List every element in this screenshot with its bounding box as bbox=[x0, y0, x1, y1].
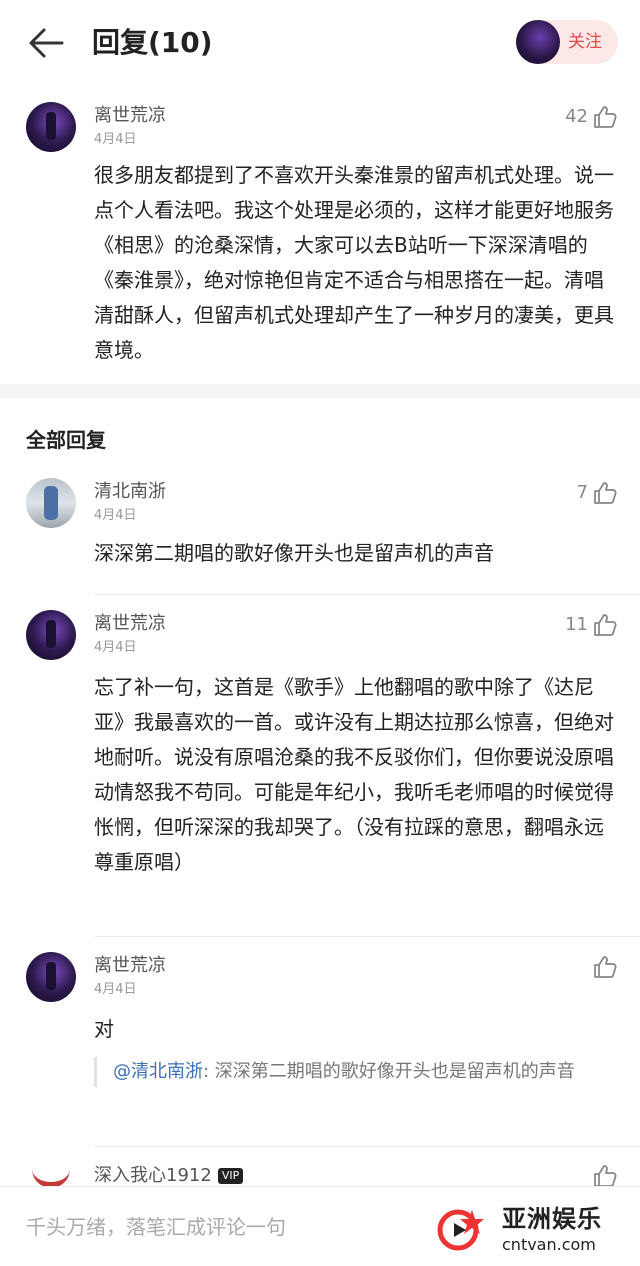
thumbs-up-icon bbox=[594, 482, 617, 504]
thumbs-up-icon bbox=[594, 956, 617, 978]
like-count: 42 bbox=[565, 106, 588, 127]
watermark-logo-icon bbox=[437, 1209, 484, 1251]
like-button[interactable] bbox=[588, 953, 618, 981]
page-title: 回复(10) bbox=[92, 26, 213, 59]
reply-text: 忘了补一句，这首是《歌手》上他翻唱的歌中除了《达尼亚》我最喜欢的一首。或许没有上… bbox=[94, 675, 614, 874]
divider bbox=[94, 594, 640, 595]
quote-mention[interactable]: @清北南浙 bbox=[113, 1061, 203, 1082]
quoted-reply[interactable]: @清北南浙: 深深第二期唱的歌好像开头也是留声机的声音 bbox=[94, 1057, 614, 1087]
follow-label: 关注 bbox=[568, 32, 602, 52]
reply-username[interactable]: 清北南浙 bbox=[94, 480, 166, 504]
reply-username[interactable]: 离世荒凉 bbox=[94, 954, 166, 978]
reply-date: 4月4日 bbox=[94, 982, 137, 997]
avatar[interactable] bbox=[26, 952, 76, 1002]
comment-username[interactable]: 离世荒凉 bbox=[94, 104, 166, 128]
thumbs-up-icon bbox=[594, 614, 617, 636]
watermark-url: cntvan.com bbox=[502, 1235, 596, 1254]
thumbs-up-icon bbox=[594, 106, 617, 128]
vip-badge: VIP bbox=[217, 1168, 244, 1184]
section-separator bbox=[0, 384, 640, 398]
reply-date: 4月4日 bbox=[94, 508, 137, 523]
avatar[interactable] bbox=[26, 478, 76, 528]
divider bbox=[94, 936, 640, 937]
comment-text: 很多朋友都提到了不喜欢开头秦淮景的留声机式处理。说一点个人看法吧。我这个处理是必… bbox=[94, 163, 614, 362]
quote-text: : 深深第二期唱的歌好像开头也是留声机的声音 bbox=[203, 1061, 575, 1082]
like-count: 7 bbox=[576, 482, 588, 503]
section-title: 全部回复 bbox=[26, 428, 106, 452]
reply-username-text: 深入我心1912 bbox=[94, 1165, 212, 1186]
comment-input[interactable]: 千头万绪，落笔汇成评论一句 bbox=[26, 1211, 286, 1243]
like-button[interactable]: 11 bbox=[565, 611, 618, 639]
avatar[interactable] bbox=[26, 610, 76, 660]
reply-username[interactable]: 离世荒凉 bbox=[94, 612, 166, 636]
author-avatar bbox=[516, 20, 560, 64]
divider bbox=[94, 1146, 640, 1147]
comment-date: 4月4日 bbox=[94, 132, 137, 147]
reply-text: 对 bbox=[94, 1017, 114, 1041]
header-bar: 回复(10) 关注 bbox=[0, 0, 640, 86]
avatar[interactable] bbox=[26, 102, 76, 152]
watermark-name: 亚洲娱乐 bbox=[502, 1205, 602, 1233]
reply-text: 深深第二期唱的歌好像开头也是留声机的声音 bbox=[94, 541, 494, 565]
like-count: 11 bbox=[565, 614, 588, 635]
watermark: 亚洲娱乐 cntvan.com bbox=[436, 1198, 626, 1260]
reply-date: 4月4日 bbox=[94, 640, 137, 655]
like-button[interactable]: 42 bbox=[565, 103, 618, 131]
follow-button[interactable]: 关注 bbox=[516, 20, 618, 64]
like-button[interactable]: 7 bbox=[577, 479, 618, 507]
back-arrow-icon[interactable] bbox=[26, 26, 66, 60]
reply-username[interactable]: 深入我心1912 VIP bbox=[94, 1164, 244, 1188]
